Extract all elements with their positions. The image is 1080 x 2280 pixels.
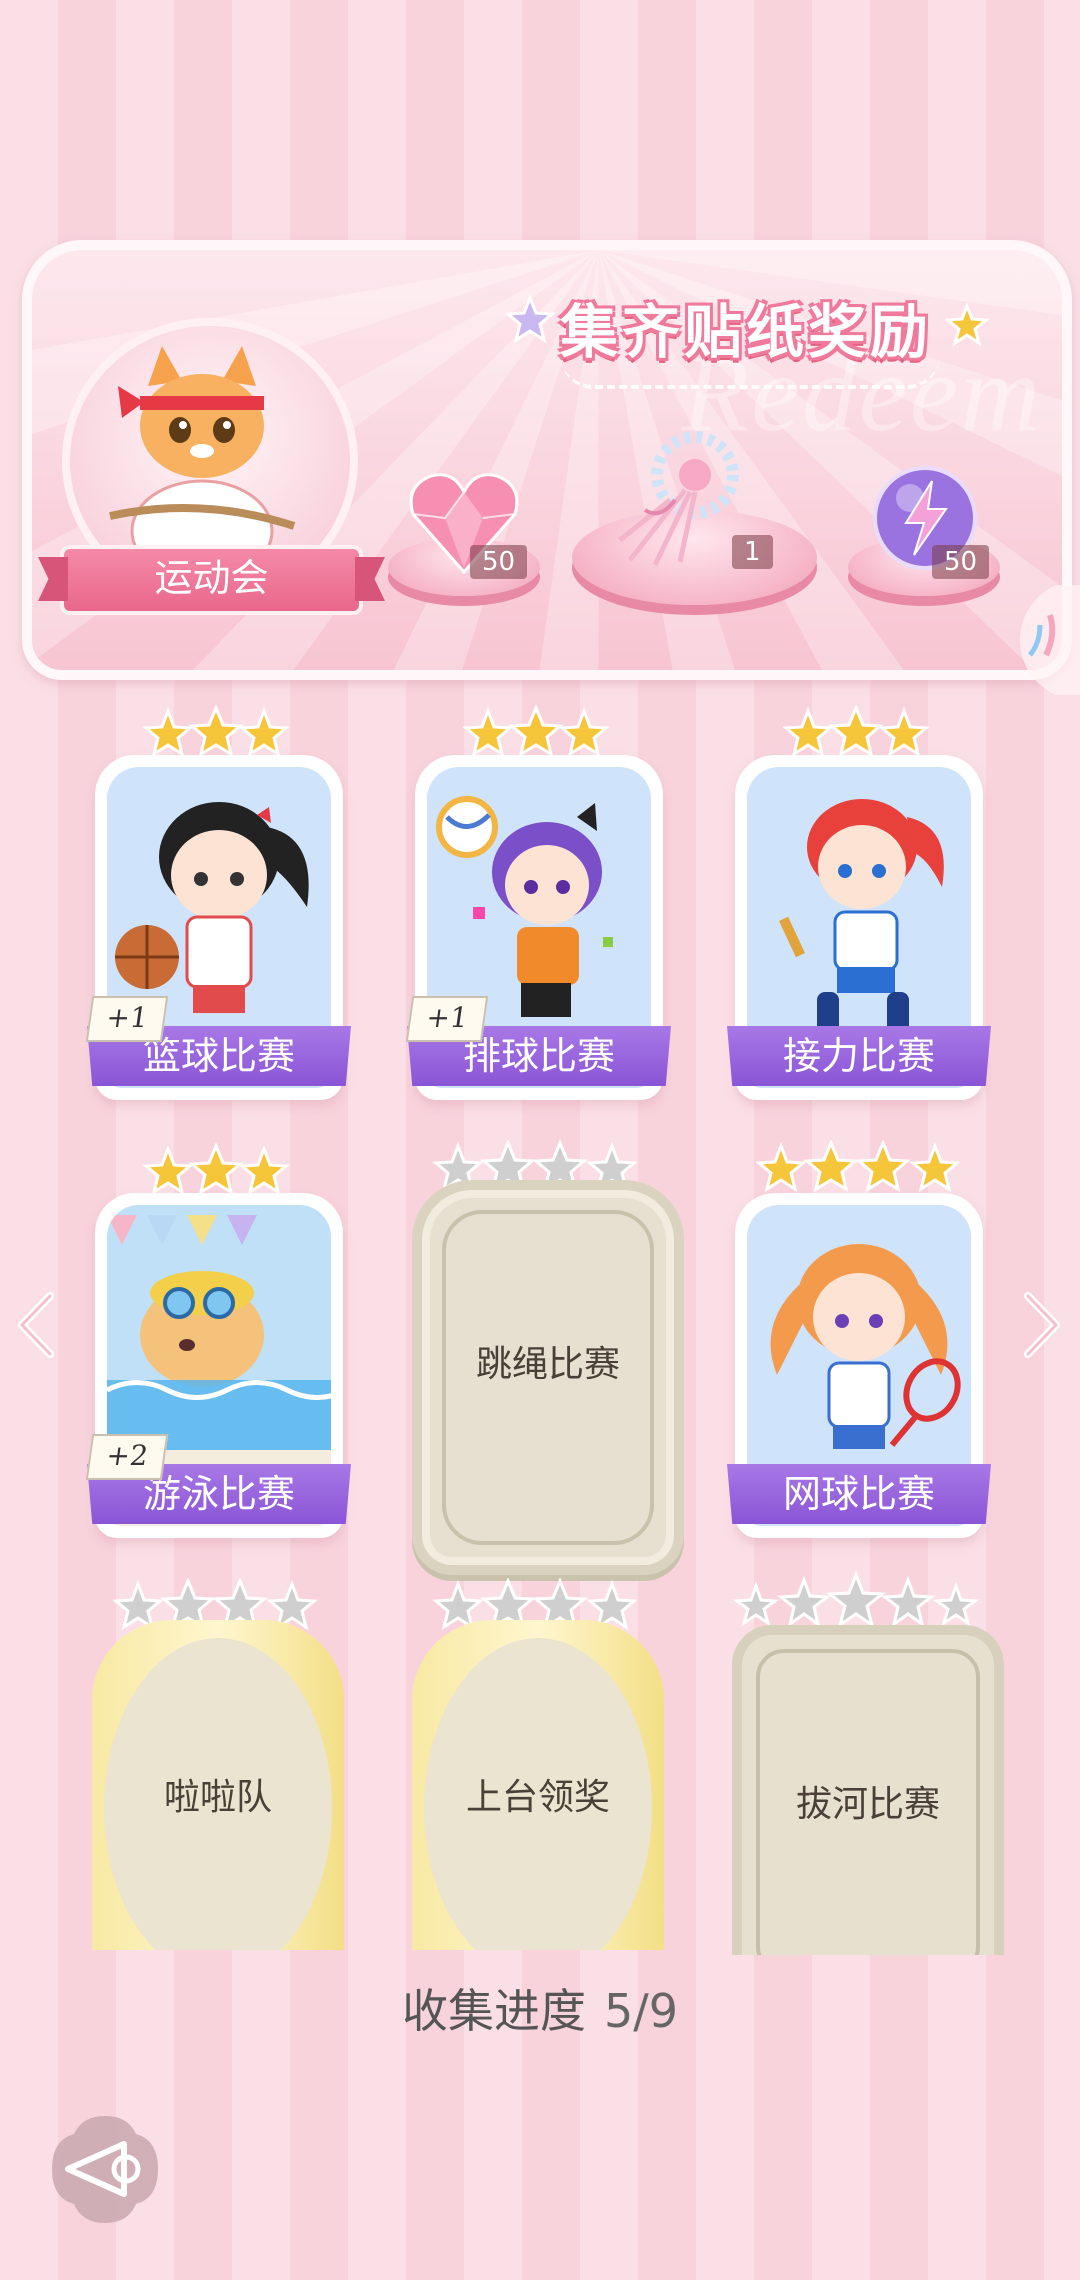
reward-count: 50 [470, 545, 528, 579]
sticker-label: 啦啦队 [163, 1777, 272, 1818]
sticker-slot-jump-rope-locked[interactable]: 跳绳比赛 [412, 1180, 684, 1575]
sticker-label: 上台领奖 [465, 1777, 610, 1818]
progress-label: 收集进度 [401, 1984, 586, 2038]
collection-progress: 收集进度 5/9 [0, 1975, 1080, 2041]
side-decoration-icon [1020, 585, 1080, 695]
sticker-card-relay[interactable]: 接力比赛 [727, 755, 991, 1100]
event-name-ribbon: 运动会 [60, 545, 363, 615]
cat-mascot-icon [109, 346, 296, 583]
reward-count: 50 [932, 545, 990, 579]
sticker-label: 接力比赛 [727, 1026, 991, 1086]
sticker-label: 拔河比赛 [795, 1784, 940, 1825]
sticker-card-tennis[interactable]: 网球比赛 [727, 1193, 991, 1538]
sticker-card-swimming[interactable]: 游泳比赛 +2 [85, 1193, 351, 1538]
title-arc-decoration [560, 355, 940, 389]
sticker-label: 跳绳比赛 [475, 1344, 620, 1385]
duplicate-count-badge: +2 [85, 1434, 169, 1480]
next-page-arrow-icon[interactable] [1020, 1290, 1064, 1360]
sticker-card-basketball[interactable]: 篮球比赛 +1 [85, 755, 351, 1100]
previous-page-arrow-icon[interactable] [14, 1290, 58, 1360]
sticker-slot-tug-of-war-locked[interactable]: 拔河比赛 [732, 1625, 1004, 1955]
purple-star-icon [505, 295, 555, 344]
star-rating-5-empty [732, 1572, 980, 1629]
sticker-slot-cheerleading-locked[interactable]: 啦啦队 [92, 1620, 344, 1950]
duplicate-count-badge: +1 [405, 996, 489, 1042]
star-rating-4 [755, 1140, 961, 1193]
sticker-card-volleyball[interactable]: 排球比赛 +1 [405, 755, 671, 1100]
reward-count: 1 [732, 535, 773, 569]
back-button[interactable] [48, 2112, 163, 2227]
gold-star-icon [945, 303, 989, 347]
progress-value: 5/9 [603, 1984, 679, 2038]
sticker-label: 网球比赛 [727, 1464, 991, 1524]
duplicate-count-badge: +1 [85, 996, 169, 1042]
sticker-slot-award-ceremony-locked[interactable]: 上台领奖 [412, 1620, 664, 1950]
